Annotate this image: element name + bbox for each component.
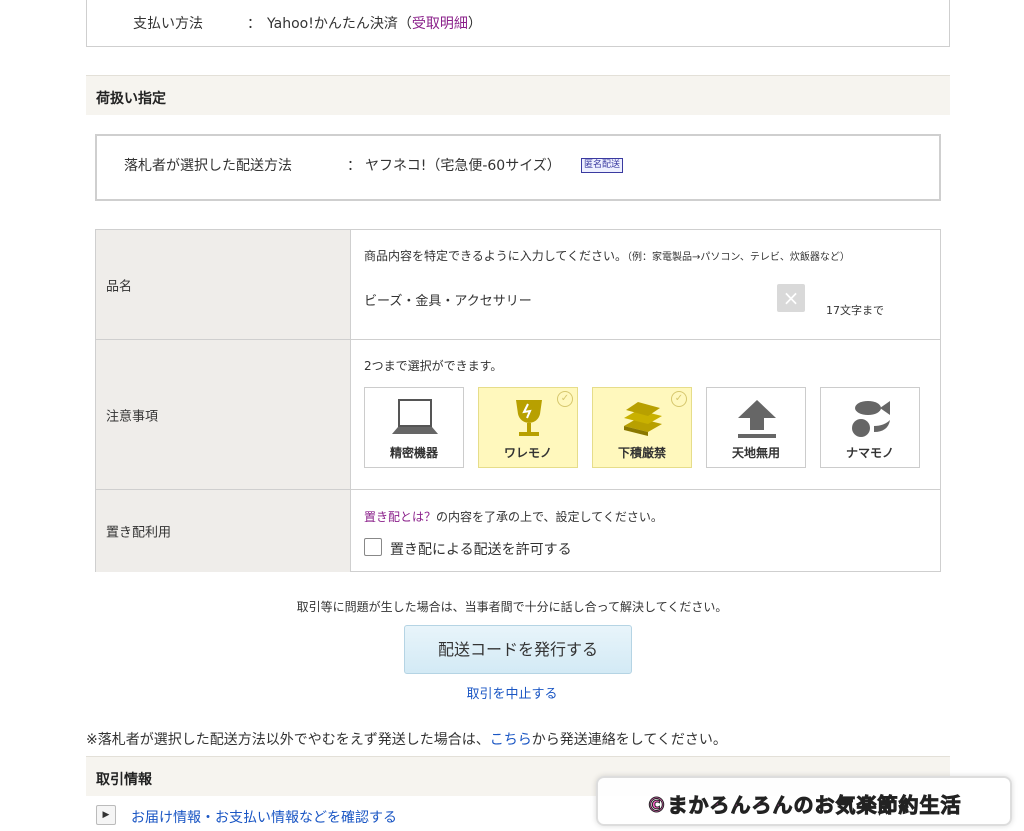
laptop-icon <box>392 399 438 434</box>
caution-header-label: 注意事項 <box>106 409 159 424</box>
okihai-hint-text: の内容を了承の上で、設定してください。 <box>436 510 663 524</box>
caution-body: 2つまで選択ができます。 精密機器 ✓ ワレモノ ✓ 下積厳禁 天地無用 ナマモ… <box>351 340 940 489</box>
alternate-shipping-note: ※落札者が選択した配送方法以外でやむをえず発送した場合は、こちらから発送連絡をし… <box>86 729 727 749</box>
okihai-checkbox[interactable] <box>364 538 382 556</box>
caution-option-precision[interactable]: 精密機器 <box>364 387 464 468</box>
okihai-header-label: 置き配利用 <box>106 525 172 541</box>
anonymous-shipping-badge: 匿名配送 <box>581 158 624 173</box>
dispute-notice: 取引等に問題が生した場合は、当事者間で十分に話し合って解決してください。 <box>296 600 728 614</box>
okihai-header: 置き配利用 <box>96 490 351 572</box>
paren-open: （ <box>397 16 412 32</box>
play-icon[interactable]: ▶ <box>96 805 116 825</box>
item-name-hint: 商品内容を特定できるように入力してください。（例：家電製品→パソコン、テレビ、炊… <box>364 247 850 264</box>
shipping-value: ヤフネコ!（宅急便-60サイズ） <box>365 158 561 174</box>
payment-label: 支払い方法 <box>133 16 203 32</box>
up-arrow-icon <box>738 400 776 438</box>
receipt-link[interactable]: 受取明細 <box>412 16 468 32</box>
payment-colon: ： <box>247 16 261 32</box>
item-name-hint-text: 商品内容を特定できるように入力してください。 <box>364 249 628 263</box>
item-name-row: 品名 商品内容を特定できるように入力してください。（例：家電製品→パソコン、テレ… <box>96 230 940 340</box>
perishables-icon <box>852 401 890 437</box>
clear-icon[interactable]: × <box>777 284 805 312</box>
check-icon: ✓ <box>557 391 573 407</box>
caution-header: 注意事項 <box>96 340 351 489</box>
okihai-row: 置き配利用 置き配とは？の内容を了承の上で、設定してください。 置き配による配送… <box>96 490 940 572</box>
payment-value: Yahoo!かんたん決済（受取明細） <box>267 13 482 33</box>
caution-label: ナマモノ <box>845 446 894 460</box>
item-name-header: 品名 <box>96 230 351 339</box>
item-name-input[interactable]: ビーズ・金具・アクセサリー <box>364 290 532 309</box>
shipping-label: 落札者が選択した配送方法 <box>124 158 292 174</box>
delivery-info-link[interactable]: お届け情報・お支払い情報などを確認する <box>131 807 397 827</box>
check-icon: ✓ <box>671 391 687 407</box>
payment-box: 支払い方法 ： Yahoo!かんたん決済（受取明細） <box>86 0 950 47</box>
caution-option-perishable[interactable]: ナマモノ <box>820 387 920 468</box>
cancel-trade-link[interactable]: 取引を中止する <box>466 687 557 702</box>
caution-label: 天地無用 <box>731 446 780 460</box>
broken-glass-icon <box>516 400 542 436</box>
caution-row: 注意事項 2つまで選択ができます。 精密機器 ✓ ワレモノ ✓ 下積厳禁 天地無… <box>96 340 940 490</box>
item-name-example: （例：家電製品→パソコン、テレビ、炊飯器など） <box>627 252 850 263</box>
okihai-checkbox-label[interactable]: 置き配による配送を許可する <box>390 539 572 559</box>
payment-method: Yahoo!かんたん決済 <box>267 16 398 32</box>
okihai-hint: 置き配とは？の内容を了承の上で、設定してください。 <box>364 508 663 525</box>
caution-option-fragile[interactable]: ✓ ワレモノ <box>478 387 578 468</box>
watermark-text: ©まかろんろんのお気楽節約生活 <box>646 793 962 818</box>
item-name-header-label: 品名 <box>106 279 133 294</box>
alternate-shipping-link[interactable]: こちら <box>490 732 532 748</box>
footnote-suffix: から発送連絡をしてください。 <box>531 732 727 748</box>
caution-option-this-side-up[interactable]: 天地無用 <box>706 387 806 468</box>
caution-option-no-stacking[interactable]: ✓ 下積厳禁 <box>592 387 692 468</box>
handling-section-title: 荷扱い指定 <box>86 75 950 115</box>
item-name-body: 商品内容を特定できるように入力してください。（例：家電製品→パソコン、テレビ、炊… <box>351 230 940 339</box>
issue-shipping-code-button[interactable]: 配送コードを発行する <box>404 625 632 674</box>
stacked-books-icon <box>624 402 662 436</box>
okihai-body: 置き配とは？の内容を了承の上で、設定してください。 置き配による配送を許可する <box>351 490 940 572</box>
caution-hint: 2つまで選択ができます。 <box>364 359 503 373</box>
shipping-colon: ： <box>347 158 361 174</box>
footnote-prefix: ※落札者が選択した配送方法以外でやむをえず発送した場合は、 <box>86 732 490 748</box>
caution-label: 下積厳禁 <box>617 446 666 460</box>
shipping-form-table: 品名 商品内容を特定できるように入力してください。（例：家電製品→パソコン、テレ… <box>95 229 941 572</box>
watermark: ©まかろんろんのお気楽節約生活 <box>596 776 1012 826</box>
cancel-trade-link-wrap: 取引を中止する <box>0 683 1024 702</box>
paren-close: ） <box>467 16 482 32</box>
okihai-info-link[interactable]: 置き配とは？ <box>364 510 436 524</box>
caution-label: ワレモノ <box>503 446 552 460</box>
shipping-method-box: 落札者が選択した配送方法 ： ヤフネコ!（宅急便-60サイズ） 匿名配送 <box>95 134 941 201</box>
caution-label: 精密機器 <box>389 446 438 460</box>
max-length-note: 17文字まで <box>826 304 884 317</box>
